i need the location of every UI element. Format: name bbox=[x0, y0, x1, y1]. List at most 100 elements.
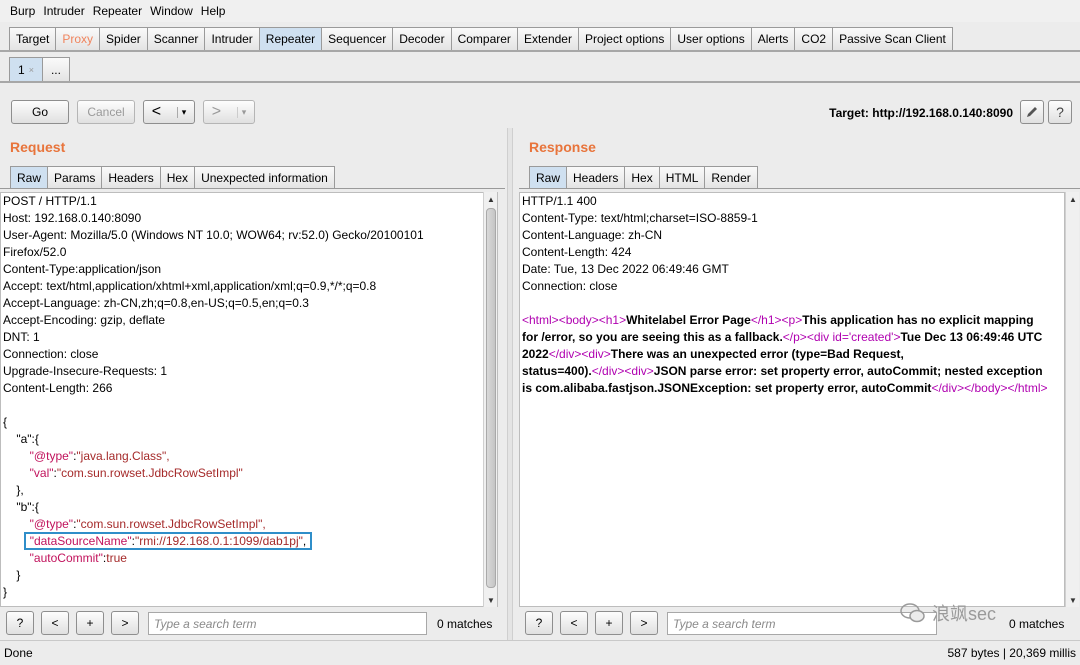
go-button[interactable]: Go bbox=[11, 100, 69, 124]
response-tab-hex[interactable]: Hex bbox=[624, 166, 660, 188]
response-editor[interactable]: HTTP/1.1 400 Content-Type: text/html;cha… bbox=[519, 192, 1065, 607]
json-value: "java.lang.Class", bbox=[76, 449, 170, 463]
search-add-button[interactable]: + bbox=[595, 611, 623, 635]
tab-user-options[interactable]: User options bbox=[670, 27, 752, 50]
request-tab-raw[interactable]: Raw bbox=[10, 166, 49, 188]
scroll-down-icon[interactable]: ▼ bbox=[484, 593, 498, 607]
edit-target-button[interactable] bbox=[1020, 100, 1044, 124]
response-status-line: HTTP/1.1 400 bbox=[522, 194, 597, 208]
repeater-toolbar: Go Cancel < ▾ > ▾ Target: http://192.168… bbox=[0, 100, 1080, 126]
request-tab-params[interactable]: Params bbox=[47, 166, 103, 188]
help-button[interactable]: ? bbox=[1048, 100, 1072, 124]
json-line: }, bbox=[1, 482, 497, 499]
menu-burp[interactable]: Burp bbox=[6, 4, 39, 18]
repeater-tab-1[interactable]: 1 × bbox=[9, 57, 43, 81]
request-header-line: Connection: close bbox=[3, 347, 99, 361]
wechat-icon bbox=[900, 603, 925, 623]
tab-decoder[interactable]: Decoder bbox=[392, 27, 452, 50]
back-button[interactable]: < ▾ bbox=[143, 100, 195, 124]
html-tag: <h1> bbox=[598, 313, 627, 327]
response-tab-raw[interactable]: Raw bbox=[529, 166, 568, 188]
scroll-thumb[interactable] bbox=[486, 208, 496, 588]
cancel-button[interactable]: Cancel bbox=[77, 100, 135, 124]
tab-spider[interactable]: Spider bbox=[99, 27, 148, 50]
html-tag: </body> bbox=[964, 381, 1008, 395]
search-help-button[interactable]: ? bbox=[6, 611, 34, 635]
json-key: "autoCommit" bbox=[29, 551, 103, 565]
json-key: "a":{ bbox=[16, 432, 39, 446]
tab-passive-scan-client[interactable]: Passive Scan Client bbox=[832, 27, 953, 50]
request-search-bar: ? < + > Type a search term 0 matches bbox=[0, 611, 505, 637]
close-icon[interactable]: × bbox=[29, 65, 34, 75]
tab-project-options[interactable]: Project options bbox=[577, 27, 672, 50]
tab-target[interactable]: Target bbox=[9, 27, 57, 50]
main-tab-bar: Target Proxy Spider Scanner Intruder Rep… bbox=[0, 27, 1080, 52]
scroll-up-icon[interactable]: ▲ bbox=[1066, 192, 1080, 206]
tab-alerts[interactable]: Alerts bbox=[750, 27, 796, 50]
request-tab-hex[interactable]: Hex bbox=[159, 166, 196, 188]
request-match-count: 0 matches bbox=[437, 617, 493, 631]
status-text: Done bbox=[4, 646, 33, 660]
search-prev-button[interactable]: < bbox=[560, 611, 588, 635]
html-line: for /error, so you are seeing this as a … bbox=[520, 329, 1064, 346]
forward-button[interactable]: > ▾ bbox=[203, 100, 255, 124]
tab-comparer[interactable]: Comparer bbox=[450, 27, 518, 50]
html-tag: </p> bbox=[782, 330, 807, 344]
response-title: Response bbox=[529, 139, 596, 155]
response-header-line: Content-Length: 424 bbox=[522, 245, 632, 259]
html-text: for /error, so you are seeing this as a … bbox=[522, 330, 783, 344]
json-key: "dataSourceName" bbox=[29, 534, 132, 548]
response-tab-headers[interactable]: Headers bbox=[566, 166, 626, 188]
json-value: "rmi://192.168.0.1:1099/dab1pj" bbox=[134, 534, 303, 548]
request-search-input[interactable]: Type a search term bbox=[148, 612, 427, 635]
menu-intruder[interactable]: Intruder bbox=[39, 4, 88, 18]
response-stats: 587 bytes | 20,369 millis bbox=[947, 646, 1076, 660]
html-line: status=400).</div><div>JSON parse error:… bbox=[520, 363, 1064, 380]
response-header-line: Content-Type: text/html;charset=ISO-8859… bbox=[522, 211, 758, 225]
request-header-line: Accept-Language: zh-CN,zh;q=0.8,en-US;q=… bbox=[3, 296, 309, 310]
tab-extender[interactable]: Extender bbox=[516, 27, 579, 50]
html-tag: <div id='created'> bbox=[806, 330, 901, 344]
request-tab-headers[interactable]: Headers bbox=[101, 166, 161, 188]
response-tab-html[interactable]: HTML bbox=[658, 166, 706, 188]
pane-splitter[interactable] bbox=[507, 128, 513, 640]
html-tag: </html> bbox=[1007, 381, 1048, 395]
request-scrollbar[interactable]: ▲ ▼ bbox=[483, 192, 497, 607]
scroll-down-icon[interactable]: ▼ bbox=[1066, 593, 1080, 607]
response-search-input[interactable]: Type a search term bbox=[667, 612, 937, 635]
json-line: "@type":"com.sun.rowset.JdbcRowSetImpl", bbox=[1, 516, 497, 533]
html-text: status=400). bbox=[522, 364, 592, 378]
html-text: 2022 bbox=[522, 347, 549, 361]
tab-scanner[interactable]: Scanner bbox=[146, 27, 206, 50]
response-match-count: 0 matches bbox=[1009, 617, 1065, 631]
json-line: "@type":"java.lang.Class", bbox=[1, 448, 497, 465]
html-tag: </div> bbox=[548, 347, 582, 361]
search-prev-button[interactable]: < bbox=[41, 611, 69, 635]
search-help-button[interactable]: ? bbox=[525, 611, 553, 635]
response-scrollbar[interactable]: ▲ ▼ bbox=[1065, 192, 1079, 607]
search-next-button[interactable]: > bbox=[111, 611, 139, 635]
response-header-line: Content-Language: zh-CN bbox=[522, 228, 663, 242]
search-next-button[interactable]: > bbox=[630, 611, 658, 635]
menu-help[interactable]: Help bbox=[197, 4, 230, 18]
chevron-down-icon: ▾ bbox=[236, 106, 246, 118]
response-tab-render[interactable]: Render bbox=[704, 166, 758, 188]
menu-window[interactable]: Window bbox=[146, 4, 197, 18]
tab-co2[interactable]: CO2 bbox=[794, 27, 834, 50]
request-header-line: Content-Length: 266 bbox=[3, 381, 113, 395]
request-editor[interactable]: POST / HTTP/1.1 Host: 192.168.0.140:8090… bbox=[0, 192, 498, 607]
html-tag: <div> bbox=[624, 364, 654, 378]
tab-repeater[interactable]: Repeater bbox=[258, 27, 323, 50]
request-tab-unexpected-information[interactable]: Unexpected information bbox=[194, 166, 335, 188]
request-header-line: DNT: 1 bbox=[3, 330, 40, 344]
tab-sequencer[interactable]: Sequencer bbox=[321, 27, 394, 50]
tab-intruder[interactable]: Intruder bbox=[204, 27, 260, 50]
repeater-tab-new[interactable]: ... bbox=[41, 57, 70, 81]
request-header-line: User-Agent: Mozilla/5.0 (Windows NT 10.0… bbox=[3, 228, 424, 242]
menu-repeater[interactable]: Repeater bbox=[89, 4, 146, 18]
scroll-up-icon[interactable]: ▲ bbox=[484, 192, 498, 206]
tab-proxy[interactable]: Proxy bbox=[55, 27, 101, 50]
search-add-button[interactable]: + bbox=[76, 611, 104, 635]
